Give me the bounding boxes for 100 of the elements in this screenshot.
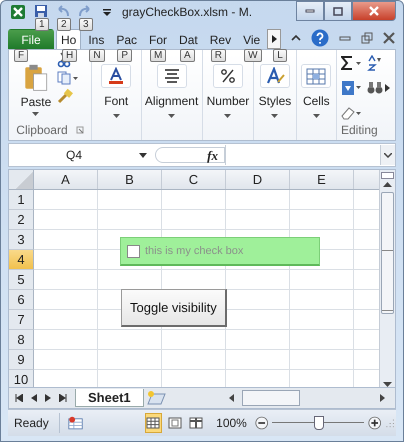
caret-icon bbox=[112, 114, 120, 118]
toggle-button[interactable]: Toggle visibility bbox=[121, 289, 227, 327]
minimize-icon bbox=[305, 9, 315, 13]
key-tip: W bbox=[244, 49, 262, 62]
scroll-right-icon[interactable] bbox=[385, 84, 390, 92]
ribbon-tab[interactable]: Dat bbox=[174, 29, 203, 49]
column-header[interactable]: B bbox=[98, 170, 162, 189]
collapse-ribbon-icon[interactable] bbox=[291, 34, 302, 42]
group-label: Clipboard bbox=[16, 123, 68, 137]
save-icon[interactable] bbox=[34, 4, 48, 18]
alignment-button[interactable]: Alignment bbox=[144, 64, 198, 118]
column-header[interactable]: A bbox=[34, 170, 98, 189]
column-header[interactable]: D bbox=[226, 170, 290, 189]
first-sheet-icon[interactable] bbox=[15, 394, 23, 402]
cells-button[interactable]: Cells bbox=[301, 64, 332, 118]
row-header[interactable]: 4 bbox=[9, 250, 34, 270]
ribbon-tab[interactable]: Rev bbox=[204, 29, 236, 49]
minimize-button[interactable] bbox=[296, 1, 324, 21]
caret-icon bbox=[224, 114, 232, 118]
restore-icon[interactable] bbox=[361, 32, 374, 44]
split-box[interactable] bbox=[381, 172, 394, 179]
close-icon bbox=[368, 6, 380, 16]
key-tip: N bbox=[89, 49, 105, 62]
clipboard-icon bbox=[22, 64, 49, 92]
grid-icon bbox=[146, 417, 160, 429]
insert-sheet-icon[interactable] bbox=[146, 391, 166, 405]
number-button[interactable]: Number bbox=[206, 64, 250, 118]
row-header[interactable]: 1 bbox=[9, 190, 34, 210]
scissors-icon[interactable] bbox=[57, 52, 72, 68]
ribbon-tab[interactable]: Pac bbox=[111, 29, 142, 49]
key-tip: R bbox=[210, 49, 226, 62]
maximize-button[interactable] bbox=[324, 1, 352, 21]
row-header[interactable]: 8 bbox=[9, 330, 34, 350]
key-tip: H bbox=[62, 49, 78, 62]
binoculars-icon[interactable] bbox=[367, 81, 383, 96]
table-icon bbox=[306, 67, 326, 85]
vertical-scrollbar[interactable] bbox=[379, 170, 395, 387]
row-header[interactable]: 9 bbox=[9, 350, 34, 370]
sum-icon[interactable] bbox=[341, 56, 363, 70]
zoom-out-button[interactable] bbox=[254, 415, 268, 431]
zoom-level[interactable]: 100% bbox=[216, 416, 247, 430]
styles-button[interactable]: Styles bbox=[258, 64, 292, 118]
ribbon-tab[interactable]: Ins bbox=[83, 29, 110, 49]
ribbon-tab[interactable]: For bbox=[144, 29, 172, 49]
column-header[interactable]: C bbox=[162, 170, 226, 189]
row-header[interactable]: 7 bbox=[9, 310, 34, 330]
resize-grip-icon[interactable] bbox=[386, 418, 394, 428]
scroll-left-icon[interactable] bbox=[229, 394, 234, 402]
eraser-icon[interactable] bbox=[341, 106, 363, 120]
caret-icon bbox=[32, 112, 40, 116]
paintbrush-icon[interactable] bbox=[57, 88, 74, 104]
normal-view-button[interactable] bbox=[144, 413, 162, 433]
copy-icon[interactable] bbox=[57, 71, 80, 85]
scroll-thumb[interactable] bbox=[381, 192, 394, 314]
ribbon-tab[interactable]: Vie bbox=[238, 29, 266, 49]
paste-button[interactable]: Paste bbox=[20, 64, 52, 123]
customize-menu-icon[interactable] bbox=[102, 6, 112, 18]
expand-button[interactable] bbox=[380, 145, 395, 165]
sort-icon[interactable] bbox=[367, 54, 381, 71]
function-button[interactable]: fx bbox=[155, 147, 225, 163]
row-header[interactable]: 10 bbox=[9, 370, 34, 387]
sheet-tab[interactable]: Sheet1 bbox=[75, 389, 144, 407]
name-box[interactable]: Q4 bbox=[9, 148, 139, 162]
key-tip: P bbox=[117, 49, 132, 62]
dialog-launcher-icon[interactable] bbox=[76, 126, 84, 134]
caret-icon bbox=[271, 114, 278, 118]
row-header[interactable]: 2 bbox=[9, 210, 34, 230]
scroll-thumb[interactable] bbox=[242, 390, 300, 406]
scroll-up-icon[interactable] bbox=[383, 182, 392, 187]
scroll-right-icon[interactable] bbox=[380, 394, 385, 402]
ribbon-tab[interactable]: Ho bbox=[56, 29, 82, 49]
font-button[interactable]: Font bbox=[101, 64, 132, 118]
last-sheet-icon[interactable] bbox=[59, 394, 67, 402]
status-text: Ready bbox=[8, 413, 60, 433]
close-button[interactable] bbox=[352, 1, 396, 21]
row-header[interactable]: 5 bbox=[9, 270, 34, 290]
row-header[interactable]: 3 bbox=[9, 230, 34, 250]
help-icon[interactable] bbox=[311, 29, 330, 47]
key-tip: A bbox=[180, 49, 195, 62]
right-arrow-icon bbox=[272, 35, 277, 43]
caret-icon bbox=[168, 114, 176, 118]
slider-thumb[interactable] bbox=[314, 416, 324, 430]
previous-sheet-icon[interactable] bbox=[31, 394, 37, 402]
row-header[interactable]: 6 bbox=[9, 290, 34, 310]
excel-logo-icon bbox=[10, 4, 26, 20]
key-tip: 2 bbox=[57, 18, 71, 31]
key-tip: L bbox=[273, 49, 287, 62]
more-tabs-button[interactable] bbox=[267, 29, 282, 49]
zoom-in-button[interactable] bbox=[368, 415, 382, 431]
fill-down-icon[interactable] bbox=[341, 80, 363, 96]
column-header[interactable]: E bbox=[290, 170, 354, 189]
dropdown-icon[interactable] bbox=[139, 152, 147, 158]
ribbon-tab[interactable]: File bbox=[8, 29, 54, 49]
key-tip: F bbox=[14, 49, 28, 62]
font-color-icon bbox=[107, 67, 126, 85]
maximize-icon bbox=[333, 6, 343, 16]
percent-icon bbox=[220, 68, 236, 84]
next-sheet-icon[interactable] bbox=[45, 394, 51, 402]
record-macro-icon[interactable] bbox=[68, 415, 83, 431]
close-icon[interactable] bbox=[383, 32, 396, 44]
